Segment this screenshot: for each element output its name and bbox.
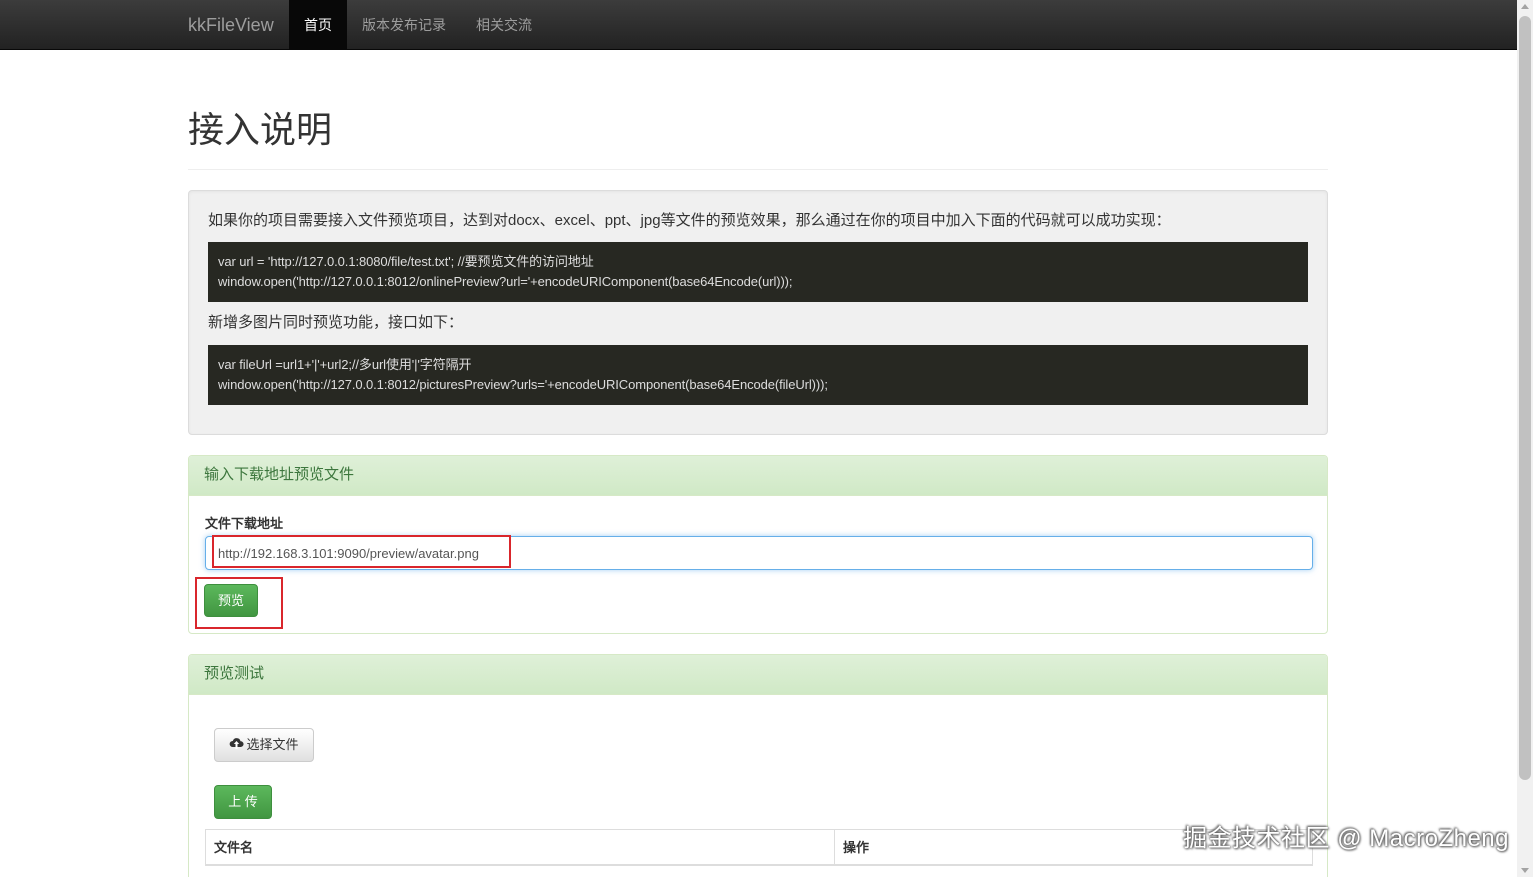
preview-test-panel-heading: 预览测试 (189, 655, 1327, 695)
cloud-upload-icon (229, 730, 245, 762)
nav-item-home[interactable]: 首页 (289, 0, 347, 50)
nav-item-community[interactable]: 相关交流 (461, 0, 547, 50)
url-preview-panel-heading: 输入下载地址预览文件 (189, 456, 1327, 496)
brand-logo[interactable]: kkFileView (188, 0, 274, 50)
scroll-up-arrow-icon[interactable] (1521, 4, 1529, 9)
code-block-single-preview: var url = 'http://127.0.0.1:8080/file/te… (208, 242, 1308, 302)
watermark-text: 掘金技术社区 @ MacroZheng (1183, 825, 1509, 852)
code-line: window.open('http://127.0.0.1:8012/pictu… (218, 377, 828, 392)
intro-text: 如果你的项目需要接入文件预览项目，达到对docx、excel、ppt、jpg等文… (208, 212, 1171, 229)
code-block-multi-preview: var fileUrl =url1+'|'+url2;//多url使用'|'字符… (208, 345, 1308, 405)
multi-image-intro-text: 新增多图片同时预览功能，接口如下： (208, 314, 464, 331)
table-header-filename: 文件名 (205, 830, 834, 866)
choose-file-label: 选择文件 (246, 737, 299, 752)
title-divider (188, 169, 1328, 170)
input-highlight-box (212, 535, 511, 568)
page-title: 接入说明 (188, 109, 333, 150)
page-scrollbar[interactable] (1517, 0, 1533, 877)
code-line: var fileUrl =url1+'|'+url2;//多url使用'|'字符… (218, 357, 472, 372)
url-preview-panel: 输入下载地址预览文件 文件下载地址 预览 (188, 455, 1328, 634)
button-highlight-box (195, 577, 283, 629)
choose-file-button[interactable]: 选择文件 (214, 728, 314, 762)
file-url-label: 文件下载地址 (205, 516, 284, 531)
code-line: var url = 'http://127.0.0.1:8080/file/te… (218, 254, 594, 269)
preview-test-panel: 预览测试 选择文件 上 传 文件名 操作 (188, 654, 1328, 877)
scroll-thumb[interactable] (1519, 16, 1531, 780)
code-line: window.open('http://127.0.0.1:8012/onlin… (218, 274, 793, 289)
top-navbar: kkFileView 首页 版本发布记录 相关交流 (0, 0, 1517, 50)
uploaded-files-table: 文件名 操作 (205, 829, 1313, 877)
scroll-down-arrow-icon[interactable] (1521, 868, 1529, 873)
nav-item-release-notes[interactable]: 版本发布记录 (347, 0, 461, 50)
integration-instructions: 如果你的项目需要接入文件预览项目，达到对docx、excel、ppt、jpg等文… (188, 190, 1328, 435)
upload-button[interactable]: 上 传 (214, 785, 272, 819)
